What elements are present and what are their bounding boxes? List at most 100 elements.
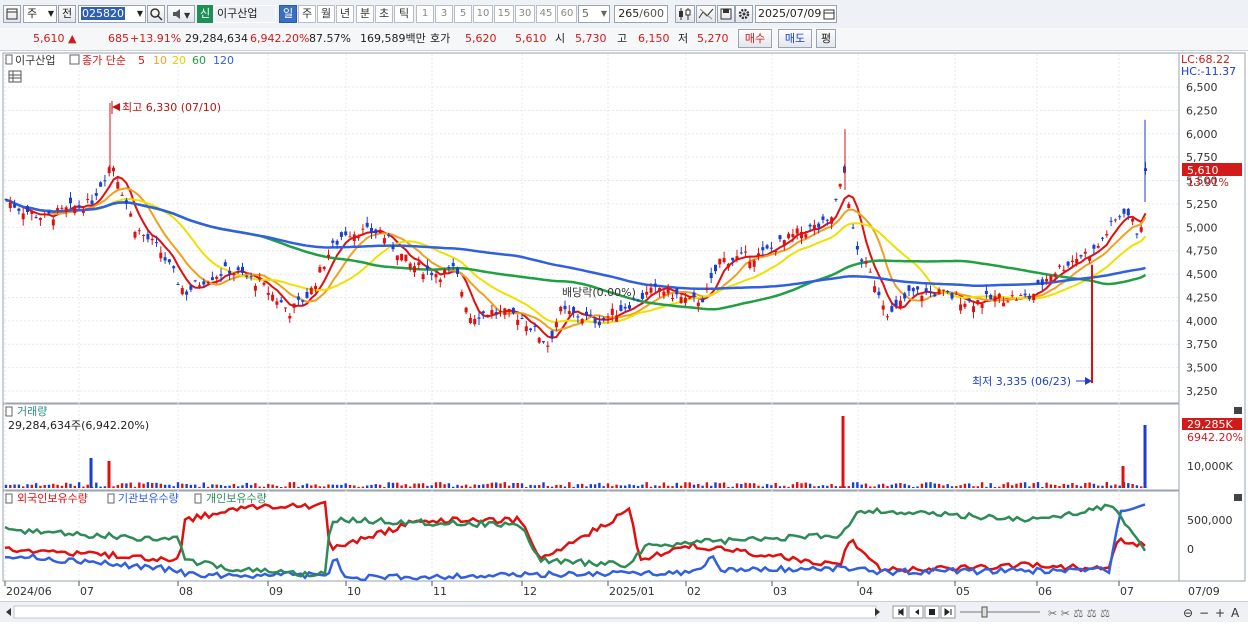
volume-bar bbox=[748, 483, 752, 488]
gear-icon[interactable] bbox=[735, 5, 753, 23]
candle-body bbox=[748, 261, 752, 268]
candle-body bbox=[120, 194, 124, 196]
date-field[interactable]: 2025/07/09 bbox=[755, 5, 837, 23]
volume-bar bbox=[482, 484, 485, 488]
tool-icons[interactable]: ✂ ✂ ⚖ ⚖ ⚖ bbox=[1048, 607, 1110, 620]
volume-bar bbox=[1135, 485, 1139, 488]
date-tick-label: 03 bbox=[773, 585, 787, 598]
table-icon[interactable] bbox=[8, 70, 22, 83]
stock-chart[interactable]: 6,5006,2506,0005,7505,5005,2505,0004,750… bbox=[0, 51, 1248, 601]
volume-bar bbox=[877, 484, 881, 488]
zoom-out-full-icon[interactable]: ⊖ bbox=[1183, 606, 1193, 620]
scrollbar-track[interactable] bbox=[13, 605, 877, 619]
search-icon[interactable] bbox=[147, 5, 165, 23]
volume-bar bbox=[671, 486, 674, 488]
period-second[interactable]: 초 bbox=[375, 5, 393, 23]
candle-body bbox=[559, 306, 563, 312]
zoom-in-icon[interactable]: + bbox=[1215, 606, 1225, 620]
speaker-icon[interactable]: ▼ bbox=[167, 5, 195, 23]
candle-body bbox=[309, 287, 313, 295]
scroll-right-icon[interactable] bbox=[875, 608, 880, 616]
interval-60[interactable]: 60 bbox=[557, 5, 577, 23]
period-tick[interactable]: 틱 bbox=[394, 5, 414, 23]
volume-bar bbox=[1041, 486, 1044, 488]
date-tick-label: 07 bbox=[1120, 585, 1134, 598]
auto-scale-icon[interactable]: A bbox=[1231, 606, 1240, 620]
candle-body bbox=[679, 296, 683, 304]
window-menu-icon[interactable] bbox=[3, 5, 21, 23]
scroll-left-icon[interactable] bbox=[6, 608, 11, 616]
volume-value: 29,284,634 bbox=[185, 32, 248, 45]
buy-button[interactable]: 매수 bbox=[738, 29, 772, 48]
interval-45[interactable]: 45 bbox=[536, 5, 556, 23]
volume-bar bbox=[284, 486, 287, 488]
candle-body bbox=[761, 247, 765, 251]
candle-body bbox=[116, 182, 120, 189]
period-month[interactable]: 월 bbox=[317, 5, 335, 23]
interval-5[interactable]: 5 bbox=[454, 5, 472, 23]
volume-bar bbox=[572, 486, 575, 488]
candle-body bbox=[86, 198, 90, 200]
candle-body bbox=[860, 259, 864, 262]
volume-bar bbox=[864, 483, 868, 488]
count-field[interactable]: 265/600 bbox=[614, 5, 668, 23]
candle-body bbox=[1015, 299, 1018, 301]
volume-bar bbox=[366, 485, 369, 488]
code-input[interactable]: 025820 ▼ bbox=[78, 5, 146, 23]
candle-body bbox=[43, 213, 47, 215]
nav-first-icon[interactable] bbox=[892, 605, 908, 619]
candle-body bbox=[249, 276, 253, 278]
panel-close-icon[interactable] bbox=[1234, 494, 1242, 501]
save-icon[interactable] bbox=[717, 5, 735, 23]
volume-bar bbox=[99, 486, 102, 488]
indicator-icon[interactable] bbox=[696, 5, 716, 23]
volume-bar bbox=[714, 482, 717, 488]
candle-body bbox=[757, 253, 760, 256]
candle-type-icon[interactable] bbox=[675, 5, 695, 23]
volume-bar bbox=[813, 486, 816, 488]
period-minute[interactable]: 분 bbox=[356, 5, 374, 23]
sell-button[interactable]: 매도 bbox=[778, 29, 812, 48]
volume-bar bbox=[116, 484, 119, 488]
market-select[interactable]: 주 ▼ bbox=[23, 5, 57, 23]
nav-prev-icon[interactable] bbox=[908, 605, 924, 619]
zoom-slider[interactable] bbox=[960, 606, 1040, 618]
interval-15[interactable]: 15 bbox=[494, 5, 514, 23]
candle-body bbox=[546, 345, 550, 347]
nav-stop-icon[interactable] bbox=[924, 605, 940, 619]
volume-bar bbox=[1006, 482, 1010, 488]
volume-bar bbox=[1075, 485, 1078, 488]
volume-bar bbox=[1058, 486, 1061, 488]
interval-3[interactable]: 3 bbox=[435, 5, 453, 23]
nav-next-icon[interactable] bbox=[940, 605, 956, 619]
candle-body bbox=[189, 285, 193, 290]
volume-bar bbox=[421, 483, 425, 488]
interval-1[interactable]: 1 bbox=[416, 5, 434, 23]
volume-bar bbox=[224, 485, 227, 488]
interval-10[interactable]: 10 bbox=[473, 5, 493, 23]
interval-select[interactable]: 5 ▼ bbox=[578, 5, 610, 23]
candle-body bbox=[744, 251, 748, 253]
candle-body bbox=[597, 321, 601, 326]
prev-button[interactable]: 전 bbox=[58, 5, 76, 23]
hoga-label: 호가 bbox=[430, 32, 451, 45]
period-week[interactable]: 주 bbox=[298, 5, 316, 23]
period-day[interactable]: 일 bbox=[279, 5, 297, 23]
period-year[interactable]: 년 bbox=[336, 5, 354, 23]
candle-body bbox=[1058, 265, 1061, 267]
volume-bar bbox=[370, 484, 373, 488]
calendar-icon[interactable] bbox=[823, 8, 835, 20]
candle-body bbox=[954, 293, 958, 295]
candle-body bbox=[726, 263, 730, 268]
candle-body bbox=[993, 296, 997, 302]
volume-bar bbox=[933, 483, 936, 488]
panel-close-icon[interactable] bbox=[1234, 407, 1242, 414]
interval-30[interactable]: 30 bbox=[515, 5, 535, 23]
volume-bar bbox=[654, 485, 657, 488]
volume-spike bbox=[841, 416, 845, 488]
candle-body bbox=[348, 236, 352, 238]
volume-bar bbox=[658, 485, 661, 488]
evaluate-button[interactable]: 평 bbox=[816, 29, 836, 48]
zoom-out-icon[interactable]: − bbox=[1199, 606, 1209, 620]
candle-body bbox=[976, 300, 980, 305]
